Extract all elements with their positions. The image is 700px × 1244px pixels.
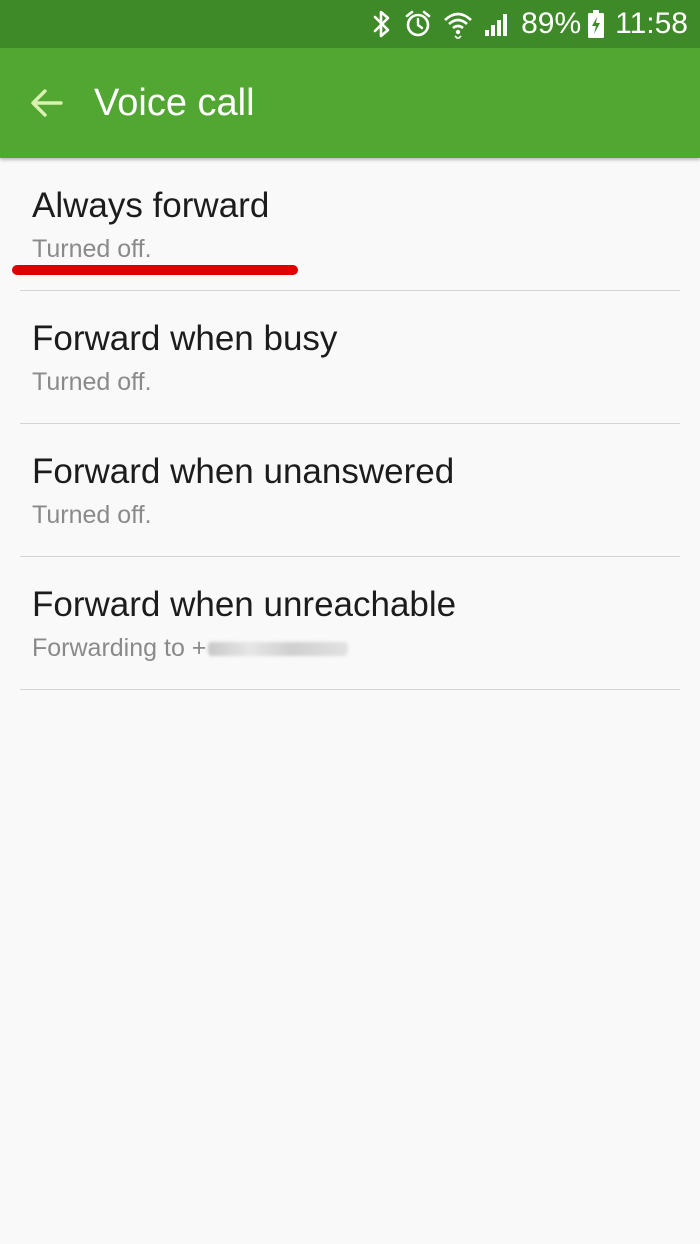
clock: 11:58	[615, 7, 688, 40]
redacted-phone-number	[208, 642, 349, 657]
item-summary: Turned off.	[32, 501, 152, 529]
page-title: Voice call	[94, 82, 255, 124]
bluetooth-icon	[371, 0, 393, 48]
status-bar: 89% 11:58	[0, 0, 700, 48]
list-item-forward-when-unreachable[interactable]: Forward when unreachable Forwarding to +	[0, 557, 700, 690]
signal-icon	[483, 0, 511, 48]
action-bar: Voice call	[0, 48, 700, 158]
item-title: Forward when unanswered	[32, 452, 455, 491]
item-title: Forward when busy	[32, 319, 338, 358]
wifi-icon	[443, 0, 473, 48]
arrow-left-icon	[29, 88, 63, 118]
battery-charging-icon	[587, 0, 605, 48]
item-summary: Turned off.	[32, 368, 152, 396]
list-item-forward-when-busy[interactable]: Forward when busy Turned off.	[0, 291, 700, 424]
divider	[20, 689, 680, 690]
call-forwarding-list: Always forward Turned off. Forward when …	[0, 158, 700, 690]
red-underline-annotation	[12, 265, 298, 275]
battery-percent: 89%	[521, 7, 582, 40]
item-summary: Turned off.	[32, 235, 152, 263]
item-summary: Forwarding to +	[32, 634, 349, 663]
alarm-icon	[403, 0, 433, 48]
list-item-forward-when-unanswered[interactable]: Forward when unanswered Turned off.	[0, 424, 700, 557]
item-title: Always forward	[32, 186, 270, 225]
list-item-always-forward[interactable]: Always forward Turned off.	[0, 158, 700, 291]
back-button[interactable]	[18, 75, 74, 131]
forwarding-text: Forwarding to +	[32, 634, 207, 662]
item-title: Forward when unreachable	[32, 585, 457, 624]
